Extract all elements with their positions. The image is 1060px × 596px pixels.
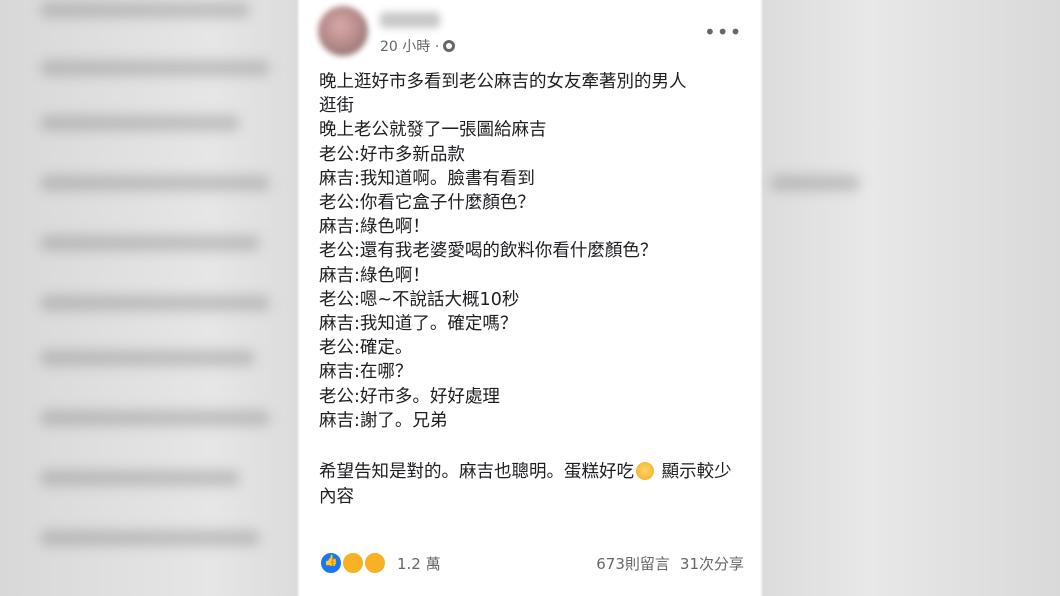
post-line: 老公:還有我老婆愛喝的飲料你看什麼顏色？ [319, 241, 658, 262]
comments-count[interactable]: 673則留言 [596, 553, 670, 574]
post-line: 麻吉:綠色啊！ [319, 217, 430, 238]
blurred-background-text [40, 175, 270, 191]
post-line: 老公:你看它盒子什麼顏色？ [319, 193, 535, 214]
post-line: 晚上逛好市多看到老公麻吉的女友牽著別的男人 [319, 72, 687, 92]
smiling-face-icon [636, 462, 654, 480]
blurred-background-text [40, 295, 270, 311]
post-line: 麻吉:我知道啊。臉書有看到 [319, 168, 535, 189]
post-line: 老公:確定。 [319, 338, 413, 359]
post-line: 老公:嗯~不說話大概10秒 [319, 289, 520, 310]
post-footer: 1.2 萬 673則留言 31次分享 [319, 550, 744, 576]
post-line: 逛街 [319, 96, 354, 117]
blurred-background-text [40, 2, 250, 18]
like-icon [319, 551, 343, 575]
post-line: 麻吉:在哪？ [319, 362, 413, 383]
blurred-background-text [40, 115, 240, 131]
blurred-background-text [40, 530, 260, 546]
reactions-summary[interactable]: 1.2 萬 [319, 551, 441, 575]
post-line: 老公:好市多新品款 [319, 144, 465, 165]
blurred-background-text [40, 350, 255, 366]
post-meta: 20 小時 · [380, 36, 456, 56]
post-line: 老公:好市多。好好處理 [319, 386, 500, 407]
haha-icon [341, 551, 365, 575]
globe-icon [443, 40, 456, 52]
blurred-background-text [40, 470, 240, 486]
blurred-background-text [40, 410, 270, 426]
blurred-background-text [40, 235, 260, 251]
more-options-icon[interactable]: ••• [704, 20, 742, 44]
author-name-blurred[interactable] [380, 12, 440, 28]
reaction-count[interactable]: 1.2 萬 [397, 553, 441, 574]
engagement-stats: 673則留言 31次分享 [596, 553, 744, 574]
closing-text: 希望告知是對的。麻吉也聰明。蛋糕好吃 [319, 462, 634, 482]
post-line: 麻吉:綠色啊！ [319, 265, 430, 286]
wow-icon [363, 551, 387, 575]
facebook-post: 20 小時 · ••• 晚上逛好市多看到老公麻吉的女友牽著別的男人 逛街 晚上老… [300, 0, 760, 596]
post-line: 麻吉:謝了。兄弟 [319, 410, 448, 431]
post-timestamp[interactable]: 20 小時 · [380, 36, 439, 56]
shares-count[interactable]: 31次分享 [680, 553, 744, 574]
post-body: 晚上逛好市多看到老公麻吉的女友牽著別的男人 逛街 晚上老公就發了一張圖給麻吉 老… [319, 70, 749, 433]
post-closing: 希望告知是對的。麻吉也聰明。蛋糕好吃 顯示較少內容 [319, 460, 749, 510]
post-line: 晚上老公就發了一張圖給麻吉 [319, 120, 547, 141]
blurred-background-text [40, 60, 270, 76]
avatar[interactable] [318, 6, 368, 56]
blurred-background-text [770, 175, 860, 191]
post-line: 麻吉:我知道了。確定嗎？ [319, 314, 518, 335]
